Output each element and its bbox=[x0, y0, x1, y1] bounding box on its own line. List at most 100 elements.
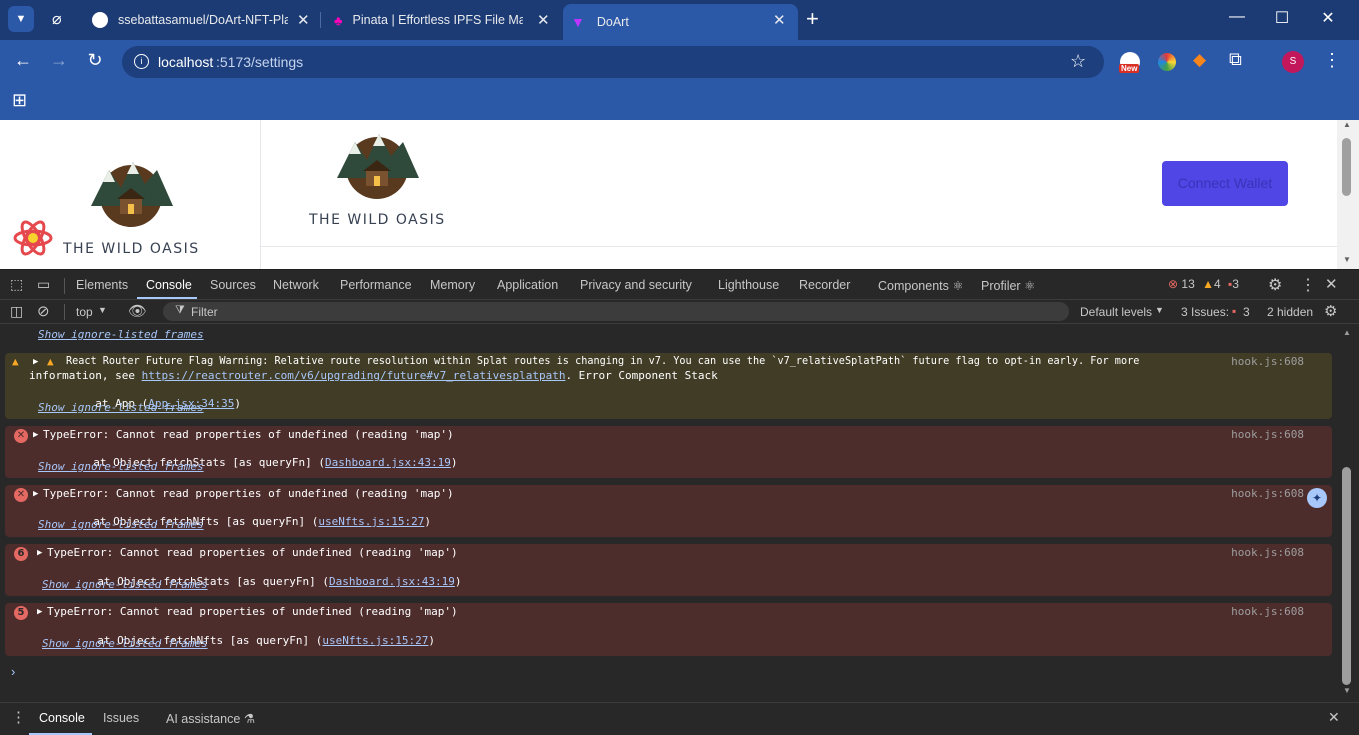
expand-arrow-icon[interactable]: ▶ bbox=[37, 546, 42, 560]
tab-title: Pinata | Effortless IPFS File Mana bbox=[352, 13, 523, 27]
drawer-menu-icon[interactable]: ⋮ bbox=[11, 708, 26, 726]
devtools-tab-profiler[interactable]: Profiler ⚛ bbox=[981, 278, 1035, 293]
filter-input[interactable]: ⧩ Filter bbox=[163, 302, 1069, 321]
close-window-icon[interactable]: ✕ bbox=[1313, 8, 1343, 28]
new-badge: New bbox=[1119, 64, 1140, 73]
apps-grid-icon[interactable]: ⊞ bbox=[12, 90, 27, 111]
source-link[interactable]: Dashboard.jsx:43:19 bbox=[329, 575, 455, 588]
back-icon[interactable]: ← bbox=[11, 50, 35, 71]
browser-menu-icon[interactable]: ⋮ bbox=[1323, 50, 1341, 71]
bookmark-star-icon[interactable]: ☆ bbox=[1070, 51, 1086, 72]
extension-new-icon[interactable]: New bbox=[1119, 52, 1142, 74]
clear-console-icon[interactable]: ⊘ bbox=[37, 302, 50, 320]
source-link[interactable]: useNfts.js:15:27 bbox=[322, 634, 428, 647]
react-devtools-icon[interactable] bbox=[13, 218, 53, 258]
devtools-close-icon[interactable]: ✕ bbox=[1325, 275, 1338, 293]
message-source-link[interactable]: hook.js:608 bbox=[1231, 605, 1304, 619]
page-scroll-thumb[interactable] bbox=[1342, 138, 1351, 196]
sidebar-toggle-icon[interactable]: ◫ bbox=[10, 303, 23, 320]
expand-arrow-icon[interactable]: ▶ bbox=[33, 428, 38, 442]
warning-line-1: React Router Future Flag Warning: Relati… bbox=[66, 356, 1140, 367]
show-ignored-frames-link[interactable]: Show ignore-listed frames bbox=[42, 637, 208, 651]
devtools-tab-elements[interactable]: Elements bbox=[76, 278, 128, 292]
devtools-tab-application[interactable]: Application bbox=[497, 278, 558, 292]
message-source-link[interactable]: hook.js:608 bbox=[1231, 428, 1304, 442]
drawer-tab-ai-assistance[interactable]: AI assistance ⚗ bbox=[166, 711, 255, 726]
console-scroll-thumb[interactable] bbox=[1342, 467, 1351, 685]
log-levels-dropdown[interactable]: Default levels bbox=[1080, 305, 1152, 319]
sidebar-logo bbox=[87, 158, 175, 228]
devtools-tab-console[interactable]: Console bbox=[146, 278, 192, 292]
show-ignored-frames-link[interactable]: Show ignore-listed frames bbox=[38, 518, 204, 532]
tab-title: ssebattasamuel/DoArt-NFT-Plat bbox=[118, 13, 288, 27]
url-path: :5173/settings bbox=[216, 54, 304, 70]
issues-label[interactable]: 3 Issues: bbox=[1181, 305, 1229, 319]
console-scrollbar[interactable]: ▲ ▼ bbox=[1337, 324, 1359, 702]
forward-icon[interactable]: → bbox=[47, 50, 71, 71]
tab-close-icon[interactable]: ✕ bbox=[773, 11, 786, 29]
tab-search-button[interactable]: ▼ bbox=[8, 6, 34, 32]
live-expression-eye-icon[interactable]: 👁 bbox=[128, 302, 147, 320]
device-toolbar-icon[interactable]: ▭ bbox=[37, 276, 50, 293]
warning-count: 4 bbox=[1214, 277, 1221, 291]
minimize-icon[interactable]: — bbox=[1222, 8, 1252, 26]
extension-wheel-icon[interactable] bbox=[1158, 53, 1176, 71]
expand-arrow-icon[interactable]: ▶ bbox=[33, 487, 38, 501]
address-bar[interactable]: i localhost :5173/settings ☆ bbox=[122, 46, 1104, 78]
tab-pinata[interactable]: ♣ Pinata | Effortless IPFS File Mana bbox=[334, 4, 554, 36]
drawer-tab-console[interactable]: Console bbox=[39, 711, 85, 725]
context-selector[interactable]: top bbox=[76, 305, 93, 319]
drawer-close-icon[interactable]: ✕ bbox=[1328, 709, 1340, 726]
tab-github[interactable]: ssebattasamuel/DoArt-NFT-Plat bbox=[92, 4, 314, 36]
new-tab-button[interactable]: + bbox=[806, 6, 819, 32]
tab-close-icon[interactable]: ✕ bbox=[297, 11, 310, 29]
error-counter[interactable]: ⊗ 13 ▲4 ▪3 bbox=[1168, 277, 1239, 291]
drawer-tab-issues[interactable]: Issues bbox=[103, 711, 139, 725]
devtools-tab-memory[interactable]: Memory bbox=[430, 278, 475, 292]
tab-close-icon[interactable]: ✕ bbox=[537, 11, 550, 29]
console-warning: ▲ ▶ ▲ React Router Future Flag Warning: … bbox=[5, 353, 1332, 419]
devtools-tab-performance[interactable]: Performance bbox=[340, 278, 412, 292]
inspect-element-icon[interactable]: ⬚ bbox=[10, 276, 23, 293]
site-info-icon[interactable]: i bbox=[134, 54, 149, 69]
extensions-puzzle-icon[interactable]: ⧉ bbox=[1229, 49, 1242, 70]
url-host: localhost bbox=[158, 54, 214, 70]
profile-avatar[interactable]: S bbox=[1282, 51, 1304, 73]
devtools-settings-icon[interactable]: ⚙ bbox=[1268, 275, 1282, 295]
show-ignored-frames-link[interactable]: Show ignore-listed frames bbox=[38, 401, 204, 415]
devtools-drawer-tabbar: ⋮ Console Issues AI assistance ⚗ ✕ bbox=[0, 702, 1359, 735]
devtools-tab-privacy[interactable]: Privacy and security bbox=[580, 278, 692, 292]
maximize-icon[interactable]: ☐ bbox=[1267, 8, 1297, 28]
pinned-tab-icon[interactable]: ⌀ bbox=[52, 9, 62, 29]
source-link[interactable]: Dashboard.jsx:43:19 bbox=[325, 456, 451, 469]
repeat-count-badge: 6 bbox=[14, 547, 28, 561]
devtools-tab-components[interactable]: Components ⚛ bbox=[878, 278, 964, 293]
show-ignored-frames-link[interactable]: Show ignore-listed frames bbox=[38, 328, 204, 342]
devtools-tab-recorder[interactable]: Recorder bbox=[799, 278, 850, 292]
devtools-tab-network[interactable]: Network bbox=[273, 278, 319, 292]
console-input[interactable] bbox=[26, 662, 1326, 682]
console-error-grouped: 5 ▶ TypeError: Cannot read properties of… bbox=[5, 603, 1332, 656]
show-ignored-frames-link[interactable]: Show ignore-listed frames bbox=[38, 460, 204, 474]
metamask-fox-icon[interactable]: ◆ bbox=[1193, 50, 1206, 70]
expand-arrow-icon[interactable]: ▶ bbox=[33, 355, 38, 369]
devtools-tab-sources[interactable]: Sources bbox=[210, 278, 256, 292]
message-source-link[interactable]: hook.js:608 bbox=[1231, 487, 1304, 501]
console-settings-icon[interactable]: ⚙ bbox=[1324, 302, 1337, 320]
connect-wallet-button[interactable]: Connect Wallet bbox=[1162, 161, 1288, 206]
page-scrollbar[interactable]: ▲ ▼ bbox=[1337, 120, 1359, 269]
devtools-menu-icon[interactable]: ⋮ bbox=[1300, 275, 1316, 295]
expand-arrow-icon[interactable]: ▶ bbox=[37, 605, 42, 619]
reload-icon[interactable]: ↻ bbox=[83, 50, 107, 71]
issues-icon: ▪ bbox=[1232, 304, 1237, 318]
message-source-link[interactable]: hook.js:608 bbox=[1231, 546, 1304, 560]
error-count: 13 bbox=[1181, 277, 1195, 291]
source-link[interactable]: useNfts.js:15:27 bbox=[318, 515, 424, 528]
chevron-down-icon: ▼ bbox=[1155, 305, 1164, 315]
react-router-docs-link[interactable]: https://reactrouter.com/v6/upgrading/fut… bbox=[142, 369, 566, 382]
message-source-link[interactable]: hook.js:608 bbox=[1231, 355, 1304, 369]
ai-assistance-icon[interactable]: ✦ bbox=[1307, 488, 1327, 508]
tab-doart[interactable]: ▼ DoArt bbox=[563, 4, 798, 40]
show-ignored-frames-link[interactable]: Show ignore-listed frames bbox=[42, 578, 208, 592]
devtools-tab-lighthouse[interactable]: Lighthouse bbox=[718, 278, 779, 292]
